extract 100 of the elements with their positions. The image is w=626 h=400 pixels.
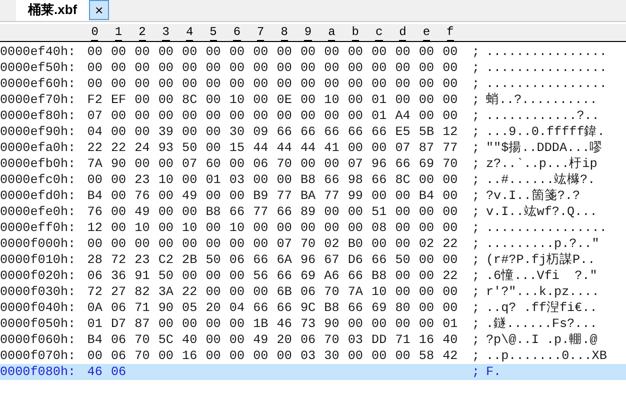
hex-byte: 00	[157, 60, 174, 76]
hex-byte: 00	[276, 172, 293, 188]
hex-byte: 70	[323, 332, 340, 348]
hex-byte: 06	[299, 284, 317, 300]
hex-byte: 00	[418, 92, 436, 108]
hex-row[interactable]: 0000f050h: 01 D7 87 00 00 00 00 1B 46 73 90 00 00 00 00 01 ; .鐩......Fs?...	[0, 316, 626, 332]
hex-byte: 07	[181, 156, 198, 172]
address-text: 0000f070h:	[0, 348, 77, 364]
hex-byte: 00	[442, 204, 459, 220]
hex-byte: 77	[252, 204, 270, 220]
hex-row[interactable]: 0000eff0h: 12 00 10 00 10 00 10 00 00 00 00 00 08 00 00 00 ; ................	[0, 220, 626, 236]
hex-byte: 08	[370, 220, 388, 236]
hex-row[interactable]: 0000f060h: B4 06 70 5C 40 00 00 49 20 06 70 03 DD 71 16 40 ; ?p\@..I .p.輣.@	[0, 332, 626, 348]
hex-row[interactable]: 0000efd0h: B4 00 76 00 49 00 00 B9 77 BA 77 99 00 00 B4 00 ; ?v.I..箇箋?.?	[0, 188, 626, 204]
ascii-text: F.	[486, 364, 502, 380]
hex-byte: 00	[394, 60, 412, 76]
hex-row[interactable]: 0000f080h: 46 06 ; F.	[0, 364, 626, 380]
hex-byte: 00	[228, 332, 246, 348]
hex-byte: 00	[346, 108, 364, 124]
hex-byte: 03	[228, 172, 246, 188]
hex-byte: 51	[370, 204, 388, 220]
hex-byte: B0	[346, 236, 364, 252]
ascii-text: ?p\@..I .p.輣.@	[486, 332, 598, 348]
hex-byte: 00	[323, 76, 340, 92]
hex-byte: 10	[181, 220, 198, 236]
hex-byte: 00	[442, 60, 459, 76]
hex-byte: 00	[299, 108, 317, 124]
hex-row[interactable]: 0000f070h: 00 06 70 00 16 00 00 00 00 03 30 00 00 00 58 42 ; ..p.......0...XB	[0, 348, 626, 364]
hex-row[interactable]: 0000ef90h: 04 00 00 39 00 00 30 09 66 66 66 66 66 E5 5B 12 ; ...9..0.fffff鍏.	[0, 124, 626, 140]
hex-row[interactable]: 0000f040h: 0A 06 71 90 05 20 04 66 66 9C B8 66 69 80 00 00 ; ..q? .ff湼fi€..	[0, 300, 626, 316]
file-tab[interactable]: 桶莱.xbf	[16, 0, 90, 21]
hex-byte: 00	[252, 92, 270, 108]
hex-row[interactable]: 0000efb0h: 7A 90 00 00 07 60 00 06 70 00 00 07 96 66 69 70 ; z?..`..p...杅ip	[0, 156, 626, 172]
hex-byte: 46	[86, 364, 104, 380]
hex-byte: 30	[228, 124, 246, 140]
hex-row[interactable]: 0000ef60h: 00 00 00 00 00 00 00 00 00 00 00 00 00 00 00 00 ; ................	[0, 76, 626, 92]
hex-byte: 72	[110, 252, 128, 268]
hex-row[interactable]: 0000ef40h: 00 00 00 00 00 00 00 00 00 00 00 00 00 00 00 00 ; ................	[0, 44, 626, 60]
close-button[interactable]: ×	[89, 0, 110, 20]
hex-byte: 00	[204, 236, 222, 252]
separator-text: ;	[472, 316, 481, 332]
hex-byte: 00	[323, 108, 340, 124]
hex-row[interactable]: 0000ef50h: 00 00 00 00 00 00 00 00 00 00 00 00 00 00 00 00 ; ................	[0, 60, 626, 76]
hex-row[interactable]: 0000f000h: 00 00 00 00 00 00 00 00 07 70 02 B0 00 00 02 22 ; .........p.?.."	[0, 236, 626, 252]
hex-byte: D7	[110, 316, 128, 332]
hex-byte: 5C	[157, 332, 174, 348]
hex-byte: 66	[323, 124, 340, 140]
hex-byte: 00	[252, 172, 270, 188]
hex-byte: 00	[228, 316, 246, 332]
hex-row[interactable]: 0000efe0h: 76 00 49 00 00 B8 66 77 66 89 00 00 51 00 00 00 ; v.I..竑wf?.Q...	[0, 204, 626, 220]
hex-byte: 00	[299, 76, 317, 92]
hex-byte: 66	[370, 252, 388, 268]
hex-byte: 00	[346, 204, 364, 220]
hex-byte: 06	[86, 268, 104, 284]
hex-byte: 00	[110, 108, 128, 124]
hex-byte: 82	[134, 284, 151, 300]
hex-byte: 00	[204, 220, 222, 236]
hex-byte: 60	[204, 156, 222, 172]
hex-row[interactable]: 0000f030h: 72 27 82 3A 22 00 00 00 6B 06 70 7A 10 00 00 00 ; r'?"...k.pz....	[0, 284, 626, 300]
hex-byte: 00	[442, 76, 459, 92]
hex-byte: 06	[110, 332, 128, 348]
hex-byte: 06	[110, 348, 128, 364]
hex-row[interactable]: 0000efc0h: 00 00 23 10 00 01 03 00 00 B8 66 98 66 8C 00 00 ; ..#......竑櫞?.	[0, 172, 626, 188]
hex-byte: A4	[394, 108, 412, 124]
hex-row[interactable]: 0000f020h: 06 36 91 50 00 00 00 56 66 69 A6 66 B8 00 00 22 ; .6憧...Vfi ?."	[0, 268, 626, 284]
hex-byte: 76	[86, 204, 104, 220]
hex-byte: 00	[157, 204, 174, 220]
hex-byte: 27	[110, 284, 128, 300]
hex-byte: 70	[299, 236, 317, 252]
separator-text: ;	[472, 348, 481, 364]
hex-byte: 00	[442, 300, 459, 316]
hex-byte: 73	[299, 316, 317, 332]
hex-byte: 00	[134, 92, 151, 108]
hex-byte: 07	[394, 140, 412, 156]
hex-byte: 50	[394, 252, 412, 268]
hex-byte: 00	[157, 108, 174, 124]
hex-byte: 00	[394, 316, 412, 332]
hex-byte: B8	[299, 172, 317, 188]
column-label: 7	[257, 26, 264, 41]
address-text: 0000ef40h:	[0, 44, 77, 60]
hex-byte: 66	[370, 172, 388, 188]
hex-row[interactable]: 0000f010h: 28 72 23 C2 2B 50 06 66 6A 96 67 D6 66 50 00 00 ; (r#?P.fj杤謀P..	[0, 252, 626, 268]
hex-byte: B8	[370, 268, 388, 284]
hex-byte: 36	[110, 268, 128, 284]
ascii-text: ................	[486, 44, 607, 60]
hex-byte: 00	[204, 44, 222, 60]
hex-row[interactable]: 0000ef70h: F2 EF 00 00 8C 00 10 00 0E 00 10 00 01 00 00 00 ; 蛸..?..........	[0, 92, 626, 108]
hex-byte: 07	[86, 108, 104, 124]
hex-byte: 30	[323, 348, 340, 364]
hex-byte: 04	[228, 300, 246, 316]
hex-byte: 00	[394, 268, 412, 284]
hex-byte: 00	[181, 204, 198, 220]
hex-byte: 00	[157, 92, 174, 108]
hex-byte: 20	[276, 332, 293, 348]
ascii-text: r'?"...k.pz....	[486, 284, 600, 300]
hex-byte: 03	[299, 348, 317, 364]
hex-row[interactable]: 0000efa0h: 22 22 24 93 50 00 15 44 44 44 41 00 00 07 87 77 ; ""$揚..DDDA...嘐	[0, 140, 626, 156]
hex-row[interactable]: 0000ef80h: 07 00 00 00 00 00 00 00 00 00 00 00 01 A4 00 00 ; ............?..	[0, 108, 626, 124]
hex-byte: 00	[394, 188, 412, 204]
hex-byte: 96	[299, 252, 317, 268]
